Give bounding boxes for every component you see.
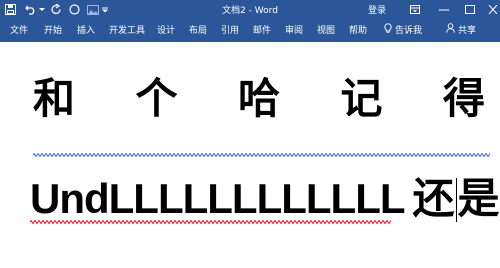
picture-icon[interactable] [86,3,100,16]
tab-design[interactable]: 设计 [157,23,175,36]
grammar-check-underline [33,153,490,157]
doc-latin-word: UndLLLLLLLLLLLL [30,175,406,222]
doc-char: 记 [340,74,383,123]
tab-layout[interactable]: 布局 [189,23,207,36]
text-cursor [455,178,457,222]
title-bar: 文档2 - Word 登录 [0,0,500,19]
doc-char: 得 [442,74,485,123]
redo-icon[interactable] [49,3,63,16]
share-label: 共享 [458,26,477,36]
undo-icon[interactable] [24,3,38,16]
tab-file[interactable]: 文件 [10,23,28,36]
tab-insert[interactable]: 插入 [77,23,95,36]
tell-me-search[interactable]: 告诉我 [384,23,422,36]
tab-view[interactable]: 视图 [317,23,335,36]
person-icon [446,23,455,36]
undo-dropdown-icon[interactable] [38,3,46,16]
tab-developer[interactable]: 开发工具 [109,23,145,36]
circle-icon[interactable] [67,3,81,16]
doc-char: 还 [412,174,455,223]
share-button[interactable]: 共享 [446,23,476,36]
doc-char: 哈 [237,74,280,123]
tab-help[interactable]: 帮助 [349,23,367,36]
tell-me-label: 告诉我 [395,26,423,36]
ribbon-display-options-icon[interactable] [407,2,423,16]
minimize-icon[interactable] [436,2,452,16]
ribbon-tab-bar: 文件 开始 插入 开发工具 设计 布局 引用 邮件 审阅 视图 帮助 告诉我 共… [0,19,500,42]
doc-char: 是 [457,174,500,223]
customize-toolbar-icon[interactable] [101,3,109,16]
doc-char: 和 [33,74,76,123]
tab-mailings[interactable]: 邮件 [253,23,271,36]
spelling-error-underline [30,220,392,224]
document-line-1: 和 个 哈 记 得 [33,78,485,158]
tab-home[interactable]: 开始 [44,23,62,36]
close-icon[interactable] [485,2,500,16]
tab-review[interactable]: 审阅 [285,23,303,36]
save-icon[interactable] [3,3,17,16]
window-title-text: 文档2 - Word [222,6,278,16]
tab-references[interactable]: 引用 [221,23,239,36]
login-button[interactable]: 登录 [368,3,386,16]
doc-char: 个 [135,74,178,123]
maximize-icon[interactable] [462,2,478,16]
lightbulb-icon [384,23,392,36]
